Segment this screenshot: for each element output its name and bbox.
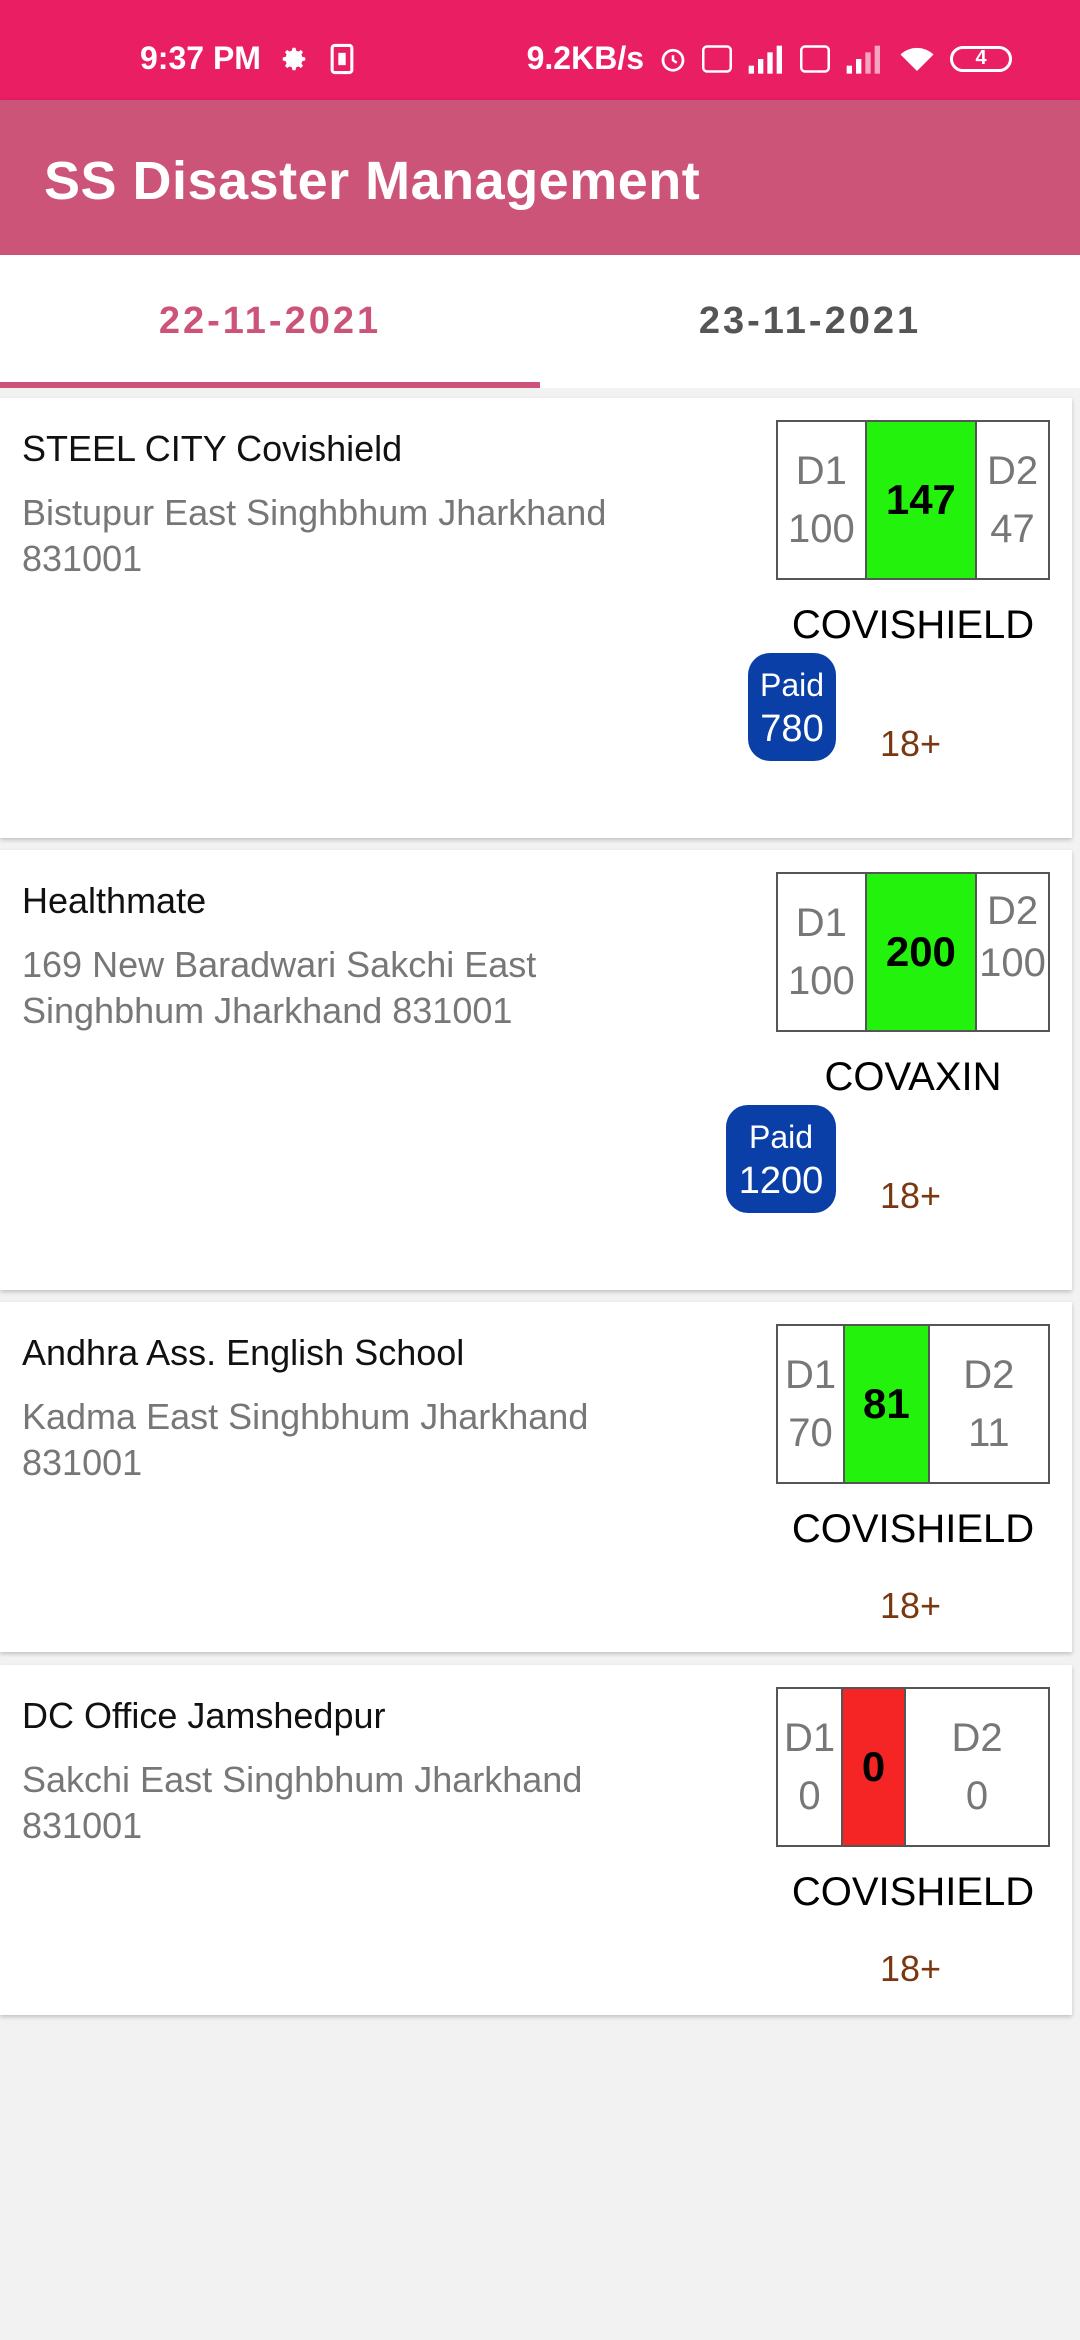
dose1-value: 0	[798, 1774, 821, 1818]
age-limit: 18+	[880, 1948, 942, 1989]
dose2: D2 0	[906, 1689, 1048, 1845]
dose2-value: 47	[990, 507, 1035, 551]
dose2-label: D2	[951, 1716, 1003, 1760]
app-bar: SS Disaster Management	[0, 100, 1080, 255]
dose2-label: D2	[963, 1353, 1015, 1397]
paid-label: Paid	[760, 667, 825, 703]
tab-22-11-2021[interactable]: 22-11-2021	[0, 255, 540, 388]
dose1: D1 0	[778, 1689, 841, 1845]
dose2-label: D2	[986, 449, 1039, 493]
center-address: Bistupur East Singhbhum Jharkhand 831001	[22, 492, 607, 579]
gear-icon	[279, 44, 309, 74]
center-name: Healthmate	[22, 880, 207, 921]
dose2: D2 100	[977, 874, 1048, 1030]
dose1: D1 100	[778, 874, 865, 1030]
dose1: D1 70	[778, 1326, 843, 1482]
status-time: 9:37 PM	[140, 40, 261, 76]
age-limit: 18+	[880, 1585, 942, 1626]
vaccine-name: COVAXIN	[824, 1055, 1002, 1099]
center-card[interactable]: STEEL CITY Covishield Bistupur East Sing…	[0, 398, 1072, 838]
dose2: D2 11	[930, 1326, 1048, 1482]
dose2-value: 11	[968, 1411, 1010, 1455]
total-available: 200	[864, 874, 978, 1030]
dose1-value: 100	[787, 507, 855, 551]
vaccine-name: COVISHIELD	[791, 1507, 1035, 1551]
signal-icon-2	[844, 44, 884, 74]
vaccine-name: COVISHIELD	[791, 603, 1035, 647]
alarm-icon	[658, 44, 688, 74]
center-name: Andhra Ass. English School	[22, 1332, 465, 1373]
price: 780	[760, 708, 824, 750]
center-name: STEEL CITY Covishield	[22, 428, 403, 469]
dose1-label: D1	[784, 1353, 837, 1397]
dose-availability: D1 70 81 D2 11	[776, 1324, 1050, 1484]
date-tabs: 22-11-2021 23-11-2021	[0, 255, 1080, 388]
network-speed: 9.2KB/s	[526, 40, 644, 76]
age-limit: 18+	[880, 723, 942, 764]
dose2: D2 47	[977, 422, 1048, 578]
dose2-label: D2	[986, 889, 1039, 933]
vaccine-name: COVISHIELD	[791, 1870, 1035, 1914]
dose1-value: 70	[788, 1411, 833, 1455]
paid-badge: Paid 1200	[726, 1105, 836, 1213]
center-card[interactable]: DC Office Jamshedpur Sakchi East Singhbh…	[0, 1665, 1072, 2015]
volte-icon	[702, 44, 732, 73]
signal-icon	[746, 44, 786, 74]
price: 1200	[738, 1160, 824, 1202]
age-limit: 18+	[880, 1175, 942, 1216]
dose1: D1 100	[778, 422, 865, 578]
paid-label: Paid	[748, 1119, 814, 1155]
wifi-icon	[898, 44, 936, 74]
center-address: Kadma East Singhbhum Jharkhand 831001	[22, 1396, 589, 1483]
dose2-value: 0	[965, 1774, 989, 1818]
center-card[interactable]: Andhra Ass. English School Kadma East Si…	[0, 1302, 1072, 1652]
total-available: 81	[843, 1326, 930, 1482]
volte-icon-2	[800, 44, 830, 73]
center-address: 169 New Baradwari Sakchi East Singhbhum …	[22, 944, 537, 1031]
total-available: 0	[841, 1689, 907, 1845]
center-address: Sakchi East Singhbhum Jharkhand 831001	[22, 1759, 583, 1846]
dose1-label: D1	[783, 1716, 836, 1760]
dose1-value: 100	[787, 959, 855, 1003]
tab-23-11-2021[interactable]: 23-11-2021	[540, 255, 1080, 388]
sim-icon	[327, 43, 357, 75]
paid-badge: Paid 780	[748, 653, 836, 761]
dose1-label: D1	[795, 901, 847, 945]
status-bar: 9:37 PM 9.2KB/s 4	[0, 0, 1080, 100]
center-card[interactable]: Healthmate 169 New Baradwari Sakchi East…	[0, 850, 1072, 1290]
dose2-value: 100	[979, 941, 1046, 985]
dose1-label: D1	[795, 449, 847, 493]
dose-availability: D1 0 0 D2 0	[776, 1687, 1050, 1847]
dose-availability: D1 100 147 D2 47	[776, 420, 1050, 580]
center-name: DC Office Jamshedpur	[22, 1695, 386, 1736]
app-title: SS Disaster Management	[44, 151, 701, 211]
total-available: 147	[864, 422, 978, 578]
battery-icon: 4	[950, 45, 1012, 72]
dose-availability: D1 100 200 D2 100	[776, 872, 1050, 1032]
